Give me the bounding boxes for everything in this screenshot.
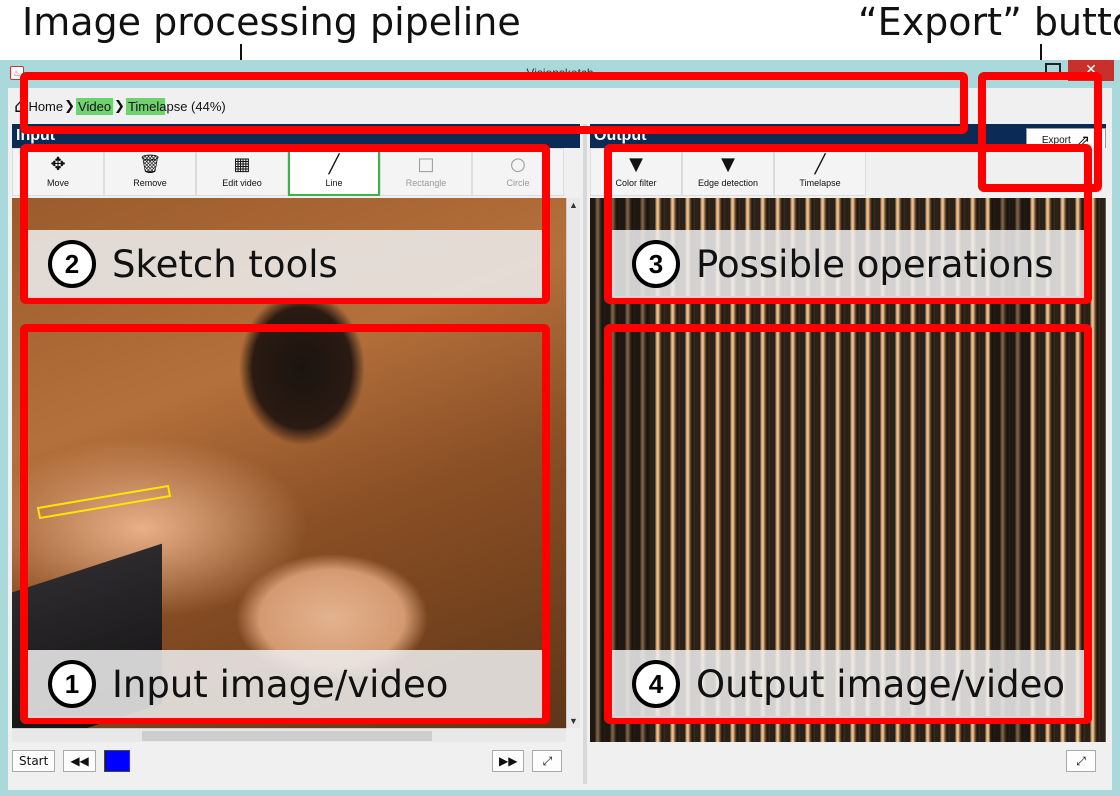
scroll-up-icon[interactable]: ▲ xyxy=(567,200,580,210)
vertical-scrollbar[interactable]: ▲ ▼ xyxy=(566,198,580,728)
panel-divider[interactable] xyxy=(583,124,587,784)
horizontal-scroll-thumb[interactable] xyxy=(142,731,432,741)
annotation-label: Sketch tools xyxy=(112,242,338,286)
color-swatch[interactable] xyxy=(103,750,130,772)
horizontal-scrollbar[interactable] xyxy=(12,728,566,742)
fast-forward-button[interactable]: ▶▶ xyxy=(492,750,525,772)
annotation-number: 2 xyxy=(48,240,96,288)
scroll-down-icon[interactable]: ▼ xyxy=(567,716,580,726)
annotation-possible-operations: 3 Possible operations xyxy=(612,230,1084,298)
annotation-label: Possible operations xyxy=(696,242,1054,286)
input-controls-right: ▶▶ ⤢ xyxy=(492,746,563,776)
rewind-button[interactable]: ◀◀ xyxy=(63,750,96,772)
start-button[interactable]: Start xyxy=(12,750,56,772)
pipeline-highlight-box xyxy=(20,72,968,134)
expand-button[interactable]: ⤢ xyxy=(1066,750,1096,772)
input-controls: Start ◀◀ xyxy=(12,746,130,776)
pipeline-callout: Image processing pipeline xyxy=(22,0,521,44)
expand-button[interactable]: ⤢ xyxy=(532,750,563,772)
annotation-label: Output image/video xyxy=(696,662,1066,706)
annotation-input-view: 1 Input image/video xyxy=(28,650,542,718)
annotation-number: 4 xyxy=(632,660,680,708)
output-controls: ⤢ xyxy=(1066,746,1096,776)
annotation-sketch-tools: 2 Sketch tools xyxy=(28,230,542,298)
annotation-number: 3 xyxy=(632,240,680,288)
export-callout: “Export” button xyxy=(858,0,1120,44)
annotation-number: 1 xyxy=(48,660,96,708)
annotation-output-view: 4 Output image/video xyxy=(612,650,1084,718)
annotation-label: Input image/video xyxy=(112,662,449,706)
